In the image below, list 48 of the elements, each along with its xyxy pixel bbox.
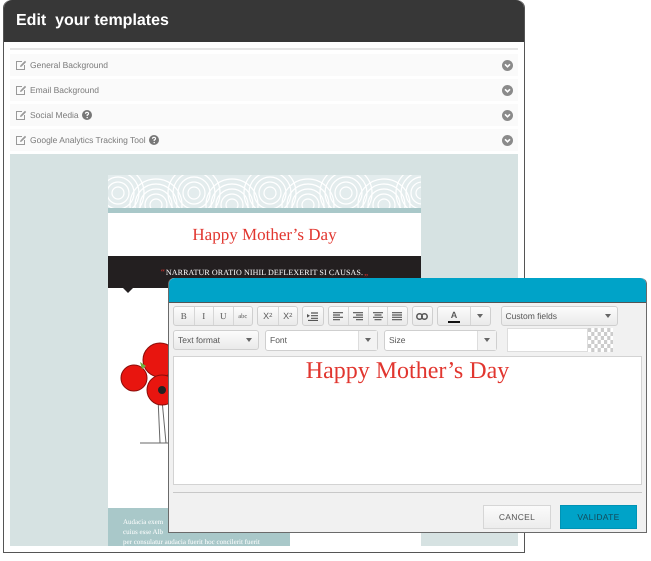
font-dropdown[interactable]: Font <box>265 330 378 350</box>
quote-mark: “ <box>160 267 165 277</box>
quote-mark: „ <box>364 267 368 277</box>
section-row[interactable]: Email Background <box>10 79 518 101</box>
chevron-icon[interactable] <box>502 110 513 120</box>
section-row[interactable]: Social Media <box>10 104 518 126</box>
custom-fields-dropdown[interactable]: Custom fields <box>500 306 618 326</box>
edit-icon <box>15 60 27 70</box>
caret-icon <box>484 338 490 342</box>
section-label: Social Media <box>30 110 79 120</box>
bold-button[interactable]: B <box>174 307 194 325</box>
size-dropdown[interactable]: Size <box>384 330 497 350</box>
text-color-button[interactable]: A <box>438 307 470 325</box>
section-label: Email Background <box>30 85 99 95</box>
underline-button[interactable]: U <box>213 307 232 325</box>
section-row[interactable]: Google Analytics Tracking Tool <box>10 129 518 151</box>
chevron-icon[interactable] <box>502 60 513 70</box>
chevron-icon[interactable] <box>502 84 513 96</box>
chevron-icon[interactable] <box>502 134 513 146</box>
edit-icon <box>15 110 27 120</box>
caret-icon <box>477 314 484 318</box>
italic-button[interactable]: I <box>194 307 213 325</box>
cancel-button[interactable]: CANCEL <box>483 505 551 529</box>
caret-icon <box>365 338 371 342</box>
section-label: Google Analytics Tracking Tool <box>30 135 146 145</box>
help-icon[interactable] <box>148 135 159 145</box>
superscript-button[interactable]: X$^{2}$ <box>278 307 297 325</box>
text-editor[interactable]: Happy Mother’s Day <box>173 356 642 485</box>
align-center-icon <box>372 312 383 320</box>
color-swatch-icon[interactable] <box>588 328 613 352</box>
edit-icon <box>15 134 27 146</box>
section-row[interactable]: General Background <box>10 54 518 76</box>
section-label: General Background <box>30 60 108 70</box>
email-title: Happy Mother’s Day <box>192 224 337 244</box>
caret-icon <box>246 338 252 342</box>
help-icon[interactable] <box>82 110 92 120</box>
edit-icon <box>15 84 27 96</box>
link-icon <box>416 312 428 320</box>
editor-text: Happy Mother’s Day <box>306 357 510 385</box>
justify-icon <box>392 312 402 320</box>
text-format-dropdown[interactable]: Text format <box>173 330 259 350</box>
color-field[interactable] <box>507 328 588 352</box>
panel-title: Edit your templates <box>16 12 169 30</box>
align-right-icon <box>353 312 364 320</box>
indent-icon <box>307 312 318 320</box>
align-left-icon <box>333 312 344 320</box>
caret-icon <box>604 314 610 318</box>
quote-text: NARRATUR ORATIO NIHIL DEFLEXERIT SI CAUSAS. <box>166 268 364 276</box>
